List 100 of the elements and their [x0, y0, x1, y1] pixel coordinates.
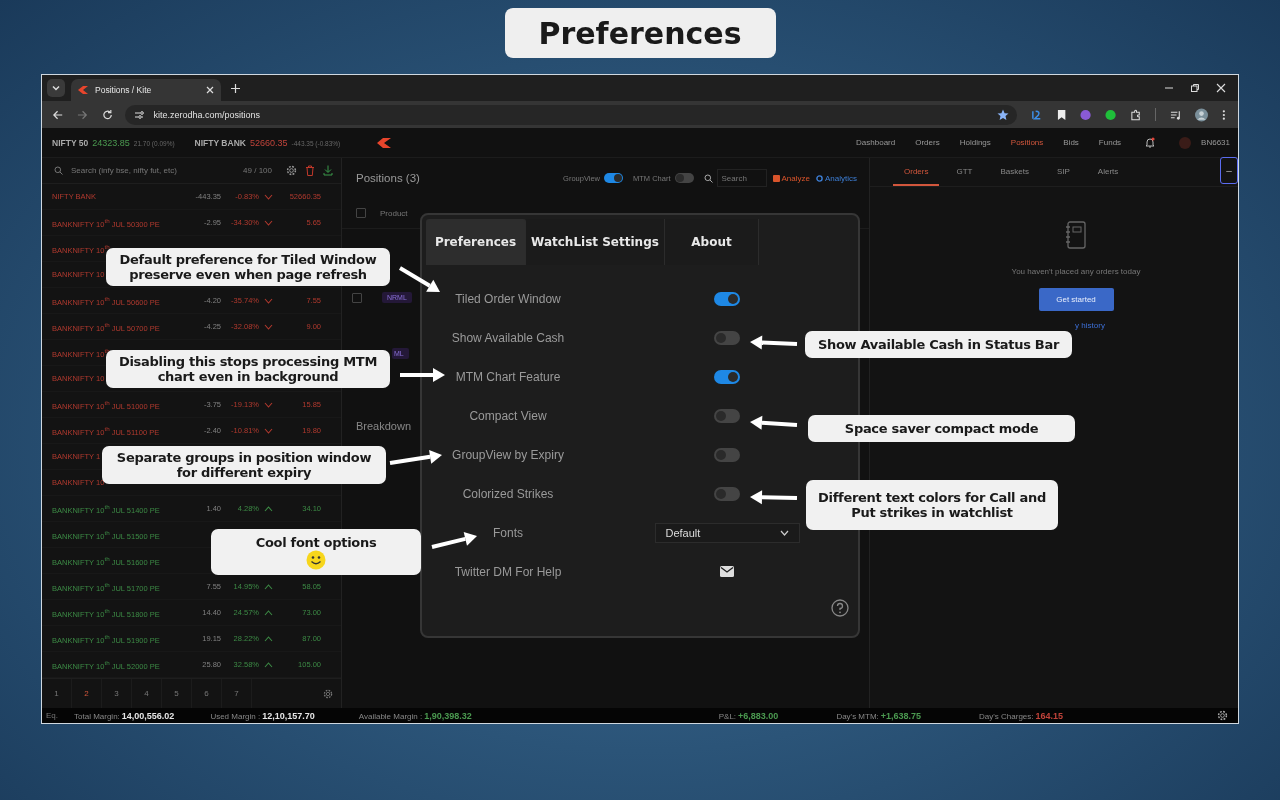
status-label: Day's MTM: — [836, 711, 879, 721]
callout-text: Space saver compact mode — [844, 421, 1039, 436]
checkbox[interactable] — [352, 292, 362, 303]
new-tab-icon[interactable] — [231, 83, 240, 93]
toggle-switch[interactable] — [714, 369, 740, 384]
analysis-link[interactable]: Analyze — [772, 173, 810, 183]
status-label: Available Margin : — [358, 711, 423, 721]
orders-tab[interactable]: Baskets — [989, 158, 1040, 186]
status-value: 164.15 — [1035, 710, 1064, 721]
close-icon[interactable] — [1216, 83, 1226, 93]
callout-text: Separate groups in position window for different expiry — [115, 450, 373, 480]
search-field[interactable]: Search — [716, 169, 767, 187]
extension-icon[interactable] — [1031, 108, 1043, 121]
bell-icon[interactable] — [1145, 137, 1156, 148]
chevron-down-icon — [779, 529, 789, 536]
nav-link[interactable]: Funds — [1098, 138, 1122, 147]
help-icon[interactable] — [831, 599, 849, 617]
avatar-icon[interactable] — [1195, 107, 1209, 122]
toggle-switch[interactable] — [674, 173, 694, 183]
forward-icon[interactable] — [77, 108, 89, 121]
toggle-switch[interactable] — [714, 330, 740, 345]
url-text: kite.zerodha.com/positions — [153, 109, 260, 120]
kite-logo-icon[interactable] — [377, 137, 391, 148]
analysis-link[interactable]: Analytics — [816, 173, 857, 183]
settings-icon[interactable] — [323, 688, 333, 699]
column-header: Product — [380, 208, 408, 218]
status-value: 12,10,157.70 — [262, 710, 315, 721]
download-icon[interactable] — [323, 165, 333, 176]
callout-arrow — [389, 449, 442, 465]
nav-link[interactable]: Positions — [1010, 138, 1044, 147]
user-id[interactable]: BN6631 — [1201, 138, 1230, 147]
get-started-button[interactable]: Get started — [1038, 288, 1114, 311]
browser-tab[interactable]: Positions / Kite — [71, 79, 221, 101]
restore-icon[interactable] — [1190, 83, 1200, 93]
extension-icon[interactable] — [1105, 108, 1117, 121]
callout-arrow — [398, 266, 440, 292]
tab-title: Positions / Kite — [95, 85, 153, 95]
status-value: 14,00,556.02 — [121, 710, 175, 721]
dialog-tab[interactable]: Preferences — [426, 219, 526, 265]
media-icon[interactable] — [1170, 108, 1182, 121]
toggle-switch[interactable] — [714, 486, 740, 501]
orders-tab[interactable]: Alerts — [1086, 158, 1130, 186]
nav-link[interactable]: Dashboard — [856, 138, 896, 147]
orders-tab[interactable]: GTT — [945, 158, 984, 186]
settings-icon[interactable] — [286, 165, 297, 176]
toggle-switch[interactable] — [714, 447, 740, 462]
page-title: Preferences — [504, 8, 776, 58]
bookmark-icon[interactable] — [1056, 108, 1066, 121]
checkbox[interactable] — [356, 208, 366, 218]
callout-text: Show Available Cash in Status Bar — [817, 337, 1060, 352]
nav-link[interactable]: Holdings — [959, 138, 991, 147]
callout-arrow — [750, 335, 798, 350]
menu-icon[interactable] — [1222, 108, 1227, 121]
status-label: Day's Charges: — [979, 711, 1034, 721]
chevron-up-icon — [264, 583, 273, 590]
toggle-switch[interactable] — [604, 173, 623, 183]
collapse-button[interactable]: – — [1220, 157, 1238, 184]
address-field[interactable]: kite.zerodha.com/positions — [125, 104, 1018, 125]
extension-icon[interactable] — [1079, 108, 1091, 121]
setting-label: MTM Chart Feature — [454, 369, 562, 384]
star-icon[interactable] — [997, 108, 1010, 121]
setting-label: GroupView by Expiry — [451, 447, 565, 462]
puzzle-icon[interactable] — [1130, 108, 1142, 121]
watchlist-count: 49 / 100 — [243, 166, 272, 175]
orders-tab[interactable]: Orders — [893, 158, 940, 186]
orders-tab[interactable]: SIP — [1045, 158, 1081, 186]
index-value: 24323.85 — [92, 137, 130, 148]
settings-icon[interactable] — [1217, 710, 1228, 721]
callout-text: Cool font options — [255, 534, 377, 550]
callout-arrow — [750, 490, 798, 505]
reload-icon[interactable] — [102, 108, 114, 121]
toggle-switch[interactable] — [714, 408, 740, 423]
setting-label: Compact View — [468, 408, 548, 423]
back-icon[interactable] — [52, 108, 64, 121]
notebook-icon — [1065, 221, 1087, 249]
trash-icon[interactable] — [305, 165, 315, 176]
setting-label: Show Available Cash — [450, 330, 566, 345]
nav-link[interactable]: Bids — [1063, 138, 1079, 147]
positions-title: Positions (3) — [356, 172, 420, 184]
breakdown-title: Breakdown — [356, 420, 412, 432]
site-settings-icon — [133, 108, 146, 121]
mail-icon[interactable] — [720, 566, 734, 577]
chevron-down-icon — [51, 83, 61, 93]
history-link[interactable]: y history — [1075, 321, 1105, 330]
font-select[interactable]: Default — [654, 522, 800, 543]
chevron-down-icon — [264, 401, 273, 408]
chevron-down-icon — [264, 427, 273, 434]
status-value: +1,638.75 — [880, 710, 922, 721]
index-name: NIFTY BANK — [194, 137, 246, 148]
index-name: NIFTY 50 — [52, 137, 89, 148]
search-field[interactable]: Search (infy bse, nifty fut, etc) — [71, 166, 236, 175]
close-icon[interactable] — [206, 86, 214, 94]
tab-list-button[interactable] — [47, 79, 65, 97]
status-value: 1,90,398.32 — [424, 710, 472, 721]
segment-label: Eq. — [46, 711, 58, 720]
nav-link[interactable]: Orders — [915, 138, 940, 147]
toggle-switch[interactable] — [714, 291, 740, 306]
setting-label: Twitter DM For Help — [453, 564, 563, 579]
callout-text: Default preference for Tiled Window preserve even when page refresh — [118, 252, 378, 282]
status-label: Used Margin : — [210, 711, 261, 721]
